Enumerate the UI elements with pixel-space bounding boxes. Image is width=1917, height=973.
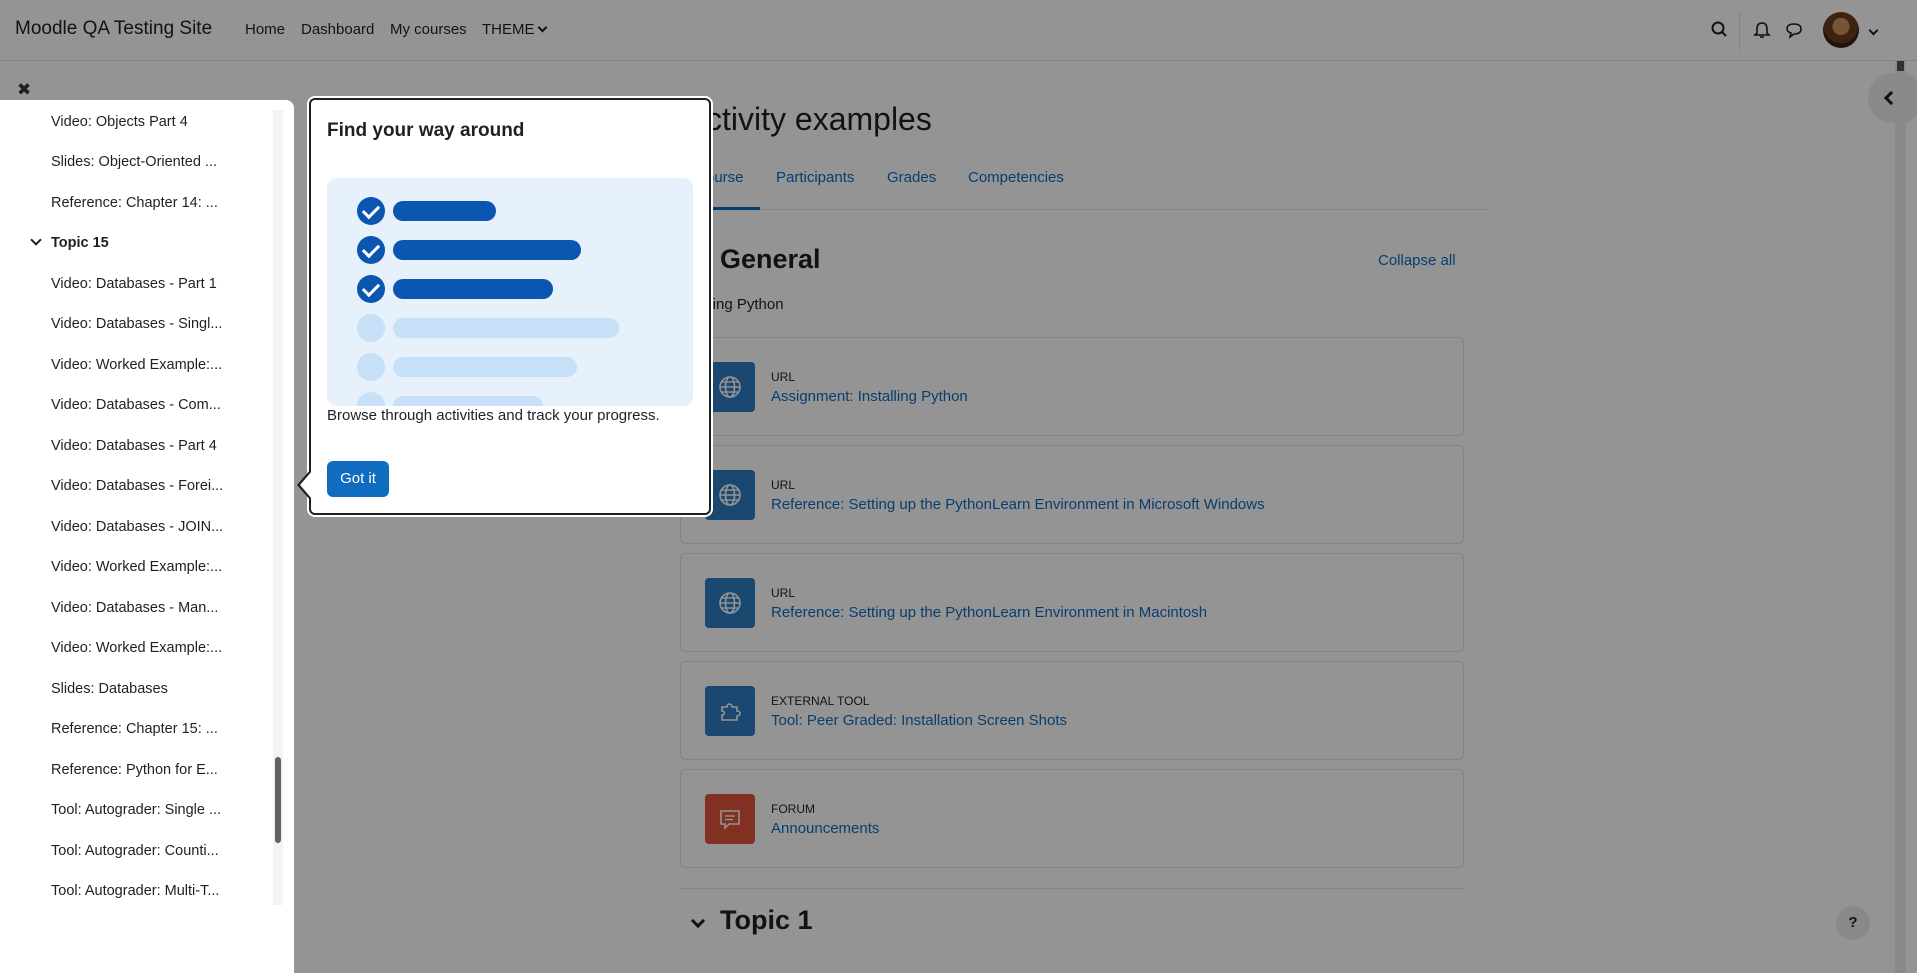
chat-icon[interactable] bbox=[1783, 19, 1805, 41]
course-index-item[interactable]: Video: Objects Part 4 bbox=[51, 114, 237, 130]
activity-card: URL Reference: Setting up the PythonLear… bbox=[680, 445, 1464, 544]
page-scrollbar-thumb[interactable] bbox=[1897, 61, 1904, 71]
course-index-item[interactable]: Slides: Object-Oriented ... bbox=[51, 154, 237, 170]
activity-link[interactable]: Reference: Setting up the PythonLearn En… bbox=[771, 604, 1207, 621]
top-navbar: Moodle QA Testing Site Home Dashboard My… bbox=[0, 0, 1917, 61]
course-title: ctivity examples bbox=[706, 101, 932, 137]
activity-card: FORUM Announcements bbox=[680, 769, 1464, 868]
activity-card: URL Assignment: Installing Python bbox=[680, 337, 1464, 436]
activity-type: EXTERNAL TOOL bbox=[771, 694, 870, 708]
tabs-divider bbox=[700, 209, 1487, 210]
progress-bar-decoration bbox=[393, 396, 543, 406]
nav-home[interactable]: Home bbox=[245, 21, 285, 38]
got-it-button[interactable]: Got it bbox=[327, 461, 389, 497]
course-index-item[interactable]: Video: Worked Example:... bbox=[51, 640, 237, 656]
globe-icon bbox=[705, 470, 755, 520]
course-index-item[interactable]: Reference: Python for E... bbox=[51, 762, 237, 778]
help-button[interactable]: ? bbox=[1836, 906, 1870, 940]
course-index-item[interactable]: Reference: Chapter 15: ... bbox=[51, 721, 237, 737]
progress-illustration bbox=[327, 178, 693, 406]
tab-participants[interactable]: Participants bbox=[776, 169, 854, 186]
course-index-item[interactable]: Video: Databases - Man... bbox=[51, 600, 237, 616]
chevron-down-icon[interactable] bbox=[30, 234, 42, 246]
nav-dashboard[interactable]: Dashboard bbox=[301, 21, 374, 38]
user-avatar[interactable] bbox=[1823, 12, 1859, 48]
block-drawer-toggle[interactable] bbox=[1868, 73, 1917, 123]
search-icon[interactable] bbox=[1709, 19, 1731, 41]
course-index-item[interactable]: Video: Databases - Singl... bbox=[51, 316, 237, 332]
tab-grades[interactable]: Grades bbox=[887, 169, 936, 186]
activity-type: URL bbox=[771, 478, 796, 492]
activity-link[interactable]: Announcements bbox=[771, 820, 879, 837]
collapse-all-link[interactable]: Collapse all bbox=[1378, 252, 1456, 269]
activity-link[interactable]: Tool: Peer Graded: Installation Screen S… bbox=[771, 712, 1067, 729]
course-index-section-topic-15[interactable]: Topic 15 bbox=[51, 235, 109, 251]
course-index-item[interactable]: Video: Worked Example:... bbox=[51, 559, 237, 575]
puzzle-icon bbox=[705, 686, 755, 736]
globe-icon bbox=[705, 362, 755, 412]
nav-theme[interactable]: THEME bbox=[482, 21, 547, 38]
nav-my-courses[interactable]: My courses bbox=[390, 21, 467, 38]
progress-bar-decoration bbox=[393, 240, 581, 260]
section-title-topic-1[interactable]: Topic 1 bbox=[720, 905, 813, 936]
course-index-item[interactable]: Video: Databases - Part 4 bbox=[51, 438, 237, 454]
course-index-item[interactable]: Video: Databases - Com... bbox=[51, 397, 237, 413]
activity-type: FORUM bbox=[771, 802, 815, 816]
activity-type: URL bbox=[771, 586, 796, 600]
section-summary: lling Python bbox=[706, 296, 784, 313]
chevron-down-icon bbox=[537, 22, 547, 33]
course-index-item[interactable]: Tool: Autograder: Single ... bbox=[51, 802, 237, 818]
progress-bar-decoration bbox=[393, 357, 577, 377]
progress-bar-decoration bbox=[393, 201, 496, 221]
section-divider bbox=[680, 888, 1464, 889]
section-title: General bbox=[720, 244, 821, 274]
activity-link[interactable]: Reference: Setting up the PythonLearn En… bbox=[771, 496, 1265, 513]
close-icon[interactable]: ✖ bbox=[17, 80, 31, 100]
progress-bar-decoration bbox=[393, 318, 619, 338]
tour-popover: Find your way around Browse through acti… bbox=[309, 98, 711, 515]
user-menu-chevron-icon[interactable] bbox=[1868, 25, 1879, 36]
bell-icon[interactable] bbox=[1751, 19, 1773, 41]
popover-arrow-inner bbox=[300, 471, 312, 499]
tab-course[interactable]: ourse bbox=[706, 169, 744, 186]
empty-circle-icon bbox=[357, 392, 385, 406]
empty-circle-icon bbox=[357, 314, 385, 342]
page-scrollbar[interactable] bbox=[1895, 61, 1906, 973]
course-index-item[interactable]: Video: Databases - Forei... bbox=[51, 478, 237, 494]
course-index-item[interactable]: Tool: Autograder: Multi-T... bbox=[51, 883, 237, 899]
course-index-scrollbar[interactable] bbox=[273, 110, 283, 905]
course-index-item[interactable]: Tool: Autograder: Counti... bbox=[51, 843, 237, 859]
course-index-item[interactable]: Video: Worked Example:... bbox=[51, 357, 237, 373]
tab-competencies[interactable]: Competencies bbox=[968, 169, 1064, 186]
activity-link[interactable]: Assignment: Installing Python bbox=[771, 388, 968, 405]
tour-body: Browse through activities and track your… bbox=[327, 407, 660, 424]
tour-title: Find your way around bbox=[327, 120, 525, 141]
course-index-item[interactable]: Video: Databases - JOIN... bbox=[51, 519, 237, 535]
nav-theme-label: THEME bbox=[482, 21, 535, 38]
activity-type: URL bbox=[771, 370, 796, 384]
course-index-scrollbar-thumb[interactable] bbox=[275, 757, 281, 843]
check-circle-icon bbox=[357, 197, 385, 225]
navbar-divider bbox=[1739, 12, 1740, 50]
course-index-item[interactable]: Video: Databases - Part 1 bbox=[51, 276, 237, 292]
activity-card: URL Reference: Setting up the PythonLear… bbox=[680, 553, 1464, 652]
course-index-item[interactable]: Reference: Chapter 14: ... bbox=[51, 195, 237, 211]
globe-icon bbox=[705, 578, 755, 628]
activity-card: EXTERNAL TOOL Tool: Peer Graded: Install… bbox=[680, 661, 1464, 760]
course-index-item[interactable]: Slides: Databases bbox=[51, 681, 237, 697]
site-brand[interactable]: Moodle QA Testing Site bbox=[15, 18, 212, 40]
course-index-drawer: Video: Objects Part 4 Slides: Object-Ori… bbox=[0, 100, 294, 973]
empty-circle-icon bbox=[357, 353, 385, 381]
forum-icon bbox=[705, 794, 755, 844]
progress-bar-decoration bbox=[393, 279, 553, 299]
check-circle-icon bbox=[357, 275, 385, 303]
check-circle-icon bbox=[357, 236, 385, 264]
